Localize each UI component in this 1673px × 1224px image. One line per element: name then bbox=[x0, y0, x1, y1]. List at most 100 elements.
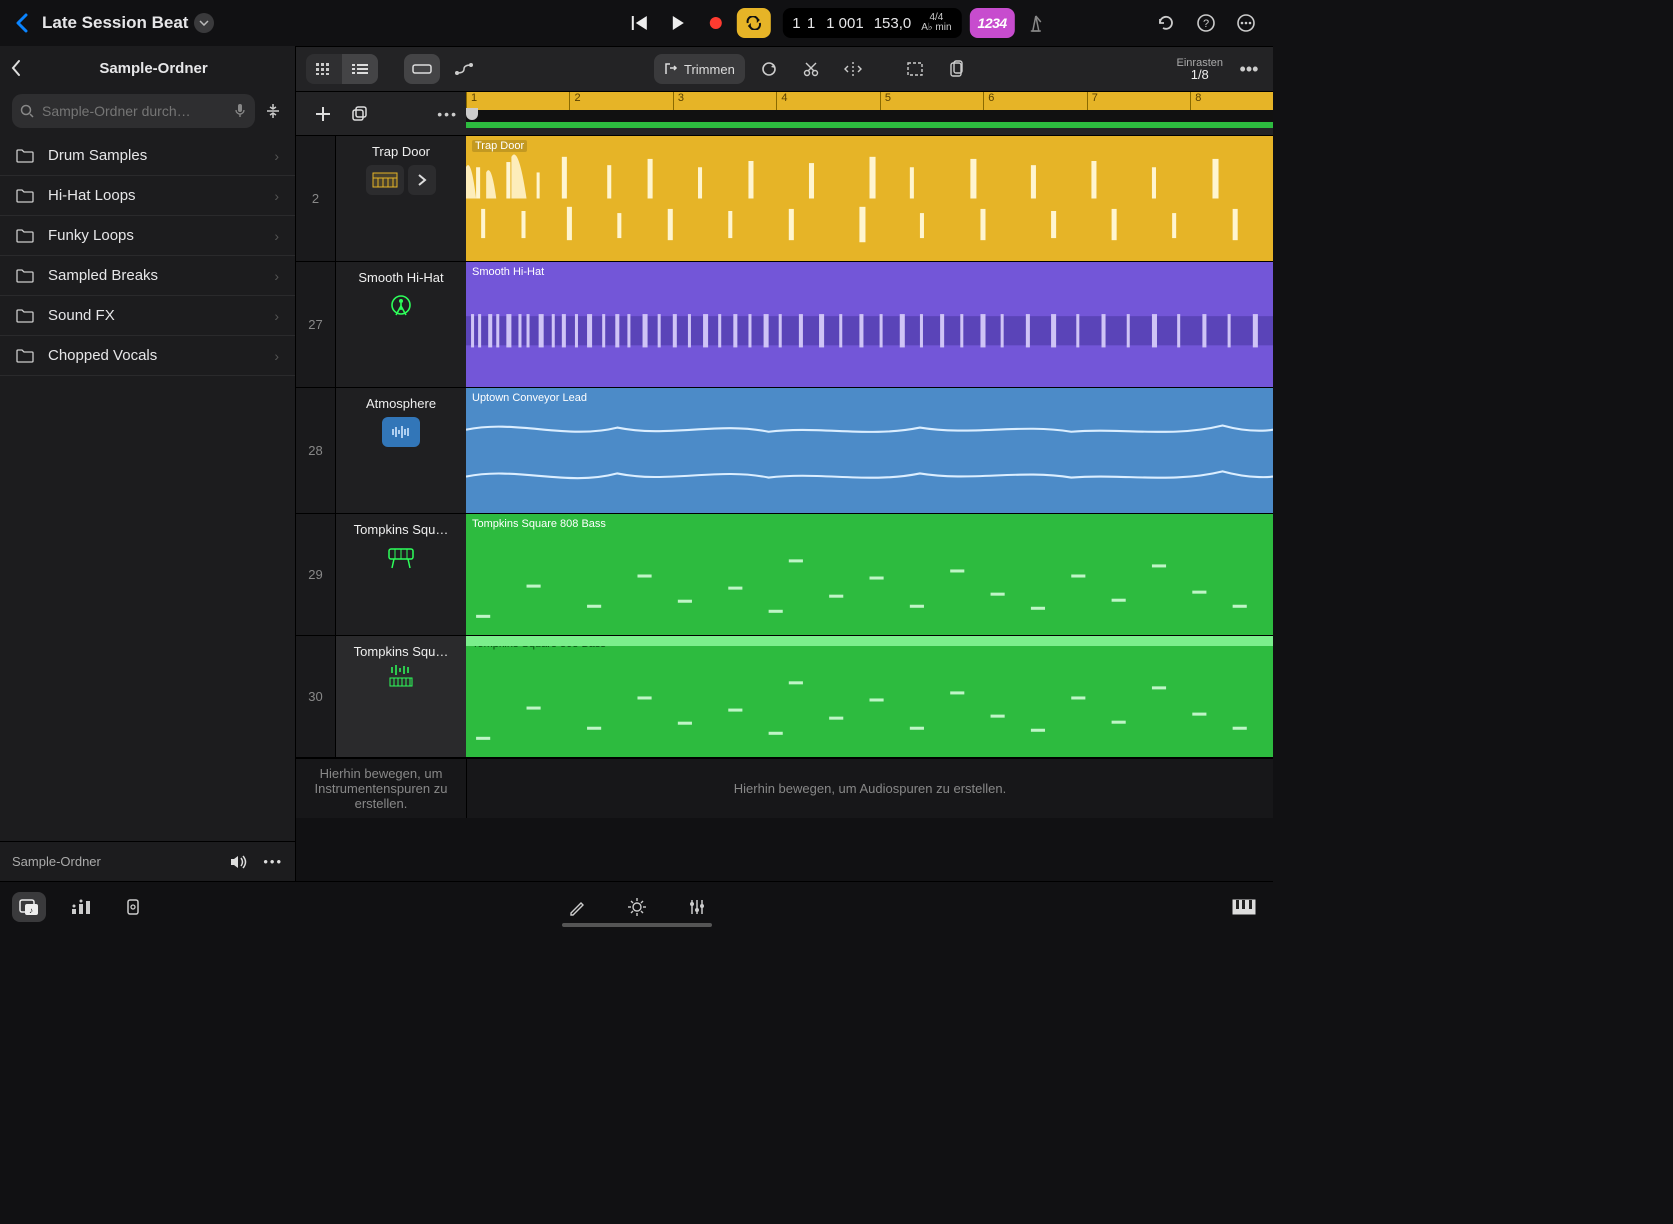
sidebar-header: Sample-Ordner bbox=[0, 46, 295, 90]
list-view-button[interactable] bbox=[342, 54, 378, 84]
go-to-start-button[interactable] bbox=[622, 8, 656, 38]
arrange-more-button[interactable]: ••• bbox=[1235, 59, 1263, 80]
automation-button[interactable] bbox=[446, 54, 482, 84]
region-lane[interactable]: Uptown Conveyor Lead bbox=[466, 388, 1273, 513]
snap-indicator[interactable]: Einrasten 1/8 bbox=[1177, 57, 1229, 81]
sidebar-item-label: Chopped Vocals bbox=[48, 347, 260, 364]
track-expand-button[interactable] bbox=[408, 165, 436, 195]
track-header-more-button[interactable]: ••• bbox=[437, 106, 458, 122]
track-header[interactable]: 30 Tompkins Squ… bbox=[296, 636, 466, 757]
ruler-marker: 3 bbox=[673, 92, 684, 110]
region-lane[interactable]: Smooth Hi-Hat bbox=[466, 262, 1273, 387]
track-name: Tompkins Squ… bbox=[342, 644, 460, 659]
sidebar-search-field[interactable] bbox=[12, 94, 255, 128]
tracks-area: 2 Trap Door bbox=[296, 136, 1273, 881]
sidebar-item[interactable]: Funky Loops › bbox=[0, 216, 295, 256]
track-number: 2 bbox=[296, 136, 336, 261]
sidebar-item-label: Funky Loops bbox=[48, 227, 260, 244]
sidebar-item[interactable]: Sampled Breaks › bbox=[0, 256, 295, 296]
sidebar-item[interactable]: Hi-Hat Loops › bbox=[0, 176, 295, 216]
midi-instrument-icon[interactable] bbox=[389, 665, 413, 687]
duplicate-track-button[interactable] bbox=[350, 105, 368, 123]
project-title-text: Late Session Beat bbox=[42, 13, 188, 33]
back-button[interactable] bbox=[10, 11, 34, 35]
trim-tool-button[interactable]: Trimmen bbox=[654, 54, 745, 84]
microphone-icon[interactable] bbox=[233, 103, 247, 119]
count-in-button[interactable]: 1234 bbox=[970, 8, 1015, 38]
sidebar-search-input[interactable] bbox=[40, 102, 227, 120]
grid-view-button[interactable] bbox=[306, 54, 342, 84]
brightness-button[interactable] bbox=[620, 892, 654, 922]
add-track-button[interactable] bbox=[314, 105, 332, 123]
region-lane[interactable]: Trap Door bbox=[466, 136, 1273, 261]
record-button[interactable] bbox=[698, 8, 732, 38]
drop-audio-hint[interactable]: Hierhin bewegen, um Audiospuren zu erste… bbox=[466, 759, 1273, 818]
help-button[interactable]: ? bbox=[1195, 12, 1217, 34]
midi-region[interactable]: Tompkins Square 808 Bass bbox=[466, 636, 1273, 757]
arrange-toolbar: Trimmen Einrasten 1/8 ••• bbox=[296, 46, 1273, 92]
track-header[interactable]: 2 Trap Door bbox=[296, 136, 466, 261]
loop-tool-button[interactable] bbox=[751, 54, 787, 84]
sidebar-item[interactable]: Sound FX › bbox=[0, 296, 295, 336]
sidebar-item[interactable]: Chopped Vocals › bbox=[0, 336, 295, 376]
clipboard-button[interactable] bbox=[939, 54, 975, 84]
piano-keyboard-button[interactable] bbox=[1227, 892, 1261, 922]
metronome-button[interactable] bbox=[1021, 8, 1051, 38]
region-lane[interactable]: Tompkins Square 808 Bass bbox=[466, 636, 1273, 757]
audio-region[interactable]: Trap Door bbox=[466, 136, 1273, 261]
track-row: 28 Atmosphere Uptown Conveyor Lead bbox=[296, 388, 1273, 514]
midi-region[interactable]: Smooth Hi-Hat bbox=[466, 262, 1273, 387]
sidebar-back-button[interactable] bbox=[10, 59, 22, 77]
track-row: 30 Tompkins Squ… Tompkins Square 808 Bas… bbox=[296, 636, 1273, 758]
midi-region[interactable]: Tompkins Square 808 Bass bbox=[466, 514, 1273, 635]
region-lane[interactable]: Tompkins Square 808 Bass bbox=[466, 514, 1273, 635]
plugin-button[interactable] bbox=[116, 892, 150, 922]
drummer-icon[interactable] bbox=[382, 291, 420, 321]
top-bar: Late Session Beat 1 1 1 001 153,0 4/4 A♭… bbox=[0, 0, 1273, 46]
keyboard-icon[interactable] bbox=[382, 543, 420, 573]
track-name: Tompkins Squ… bbox=[342, 522, 460, 537]
track-header[interactable]: 29 Tompkins Squ… bbox=[296, 514, 466, 635]
folder-icon bbox=[16, 149, 34, 163]
track-row: 2 Trap Door bbox=[296, 136, 1273, 262]
track-header-row: ••• 12345678 bbox=[296, 92, 1273, 136]
marquee-tool-button[interactable] bbox=[897, 54, 933, 84]
track-header-left: ••• bbox=[296, 92, 466, 135]
lcd-beats: 1 001 bbox=[826, 15, 864, 32]
sampler-icon[interactable] bbox=[366, 165, 404, 195]
ruler-marker: 4 bbox=[776, 92, 787, 110]
pencil-tool-button[interactable] bbox=[560, 892, 594, 922]
track-row: 29 Tompkins Squ… Tompkins Square 808 Bas… bbox=[296, 514, 1273, 636]
track-header[interactable]: 28 Atmosphere bbox=[296, 388, 466, 513]
play-button[interactable] bbox=[660, 8, 694, 38]
audio-region[interactable]: Uptown Conveyor Lead bbox=[466, 388, 1273, 513]
folder-icon bbox=[16, 309, 34, 323]
playhead-icon[interactable] bbox=[466, 108, 478, 120]
audio-icon[interactable] bbox=[382, 417, 420, 447]
timeline-ruler[interactable]: 12345678 bbox=[466, 92, 1273, 135]
lcd-tempo: 153,0 bbox=[874, 15, 912, 32]
track-header[interactable]: 27 Smooth Hi-Hat bbox=[296, 262, 466, 387]
scissors-tool-button[interactable] bbox=[793, 54, 829, 84]
sidebar-more-button[interactable]: ••• bbox=[263, 854, 283, 869]
transport-controls: 1 1 1 001 153,0 4/4 A♭ min 1234 bbox=[622, 8, 1050, 38]
sidebar-title: Sample-Ordner bbox=[22, 60, 285, 77]
cycle-button[interactable] bbox=[736, 8, 770, 38]
track-number: 27 bbox=[296, 262, 336, 387]
sidebar-footer-label: Sample-Ordner bbox=[12, 854, 101, 869]
region-display-button[interactable] bbox=[404, 54, 440, 84]
split-tool-button[interactable] bbox=[835, 54, 871, 84]
browser-toggle-button[interactable]: ♪ bbox=[12, 892, 46, 922]
project-title[interactable]: Late Session Beat bbox=[42, 13, 214, 33]
sidebar-item[interactable]: Drum Samples › bbox=[0, 136, 295, 176]
main-area: Sample-Ordner Drum Samples › Hi-Hat Loop… bbox=[0, 46, 1273, 881]
collapse-button[interactable] bbox=[263, 101, 283, 121]
drop-instrument-hint[interactable]: Hierhin bewegen, um Instrumentenspuren z… bbox=[296, 759, 466, 818]
lcd-display[interactable]: 1 1 1 001 153,0 4/4 A♭ min bbox=[782, 8, 961, 38]
mixer-button[interactable] bbox=[64, 892, 98, 922]
undo-button[interactable] bbox=[1155, 12, 1177, 34]
more-menu-button[interactable] bbox=[1235, 12, 1257, 34]
faders-button[interactable] bbox=[680, 892, 714, 922]
ruler-marker: 6 bbox=[983, 92, 994, 110]
preview-volume-button[interactable] bbox=[229, 854, 249, 870]
